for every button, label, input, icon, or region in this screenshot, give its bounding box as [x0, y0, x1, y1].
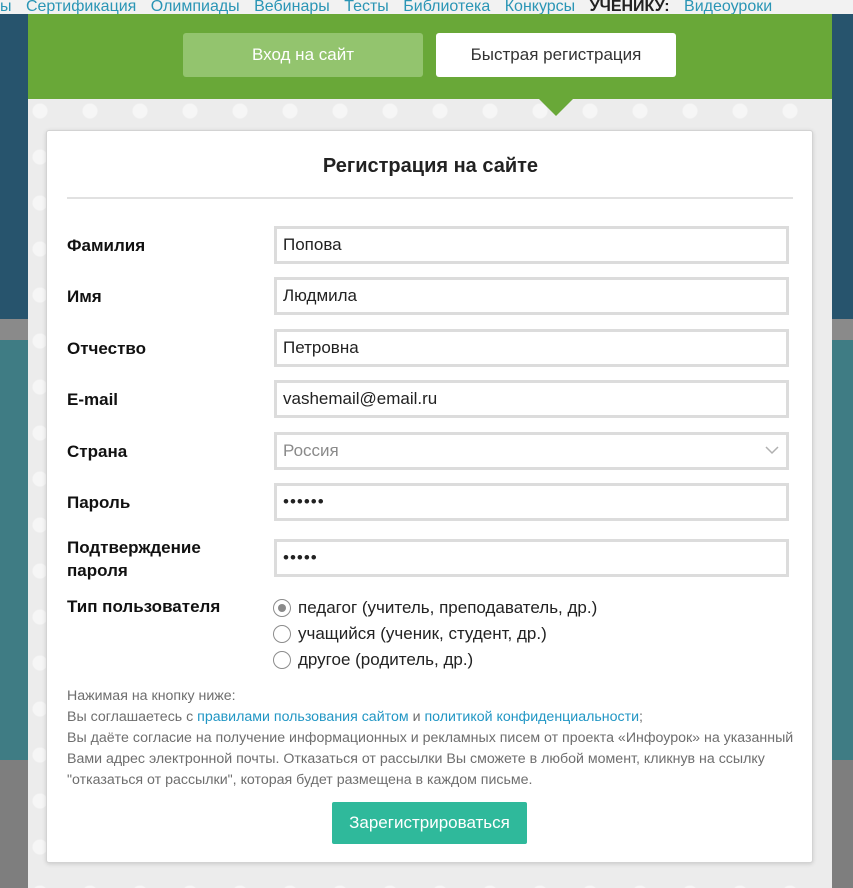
name-input[interactable]: Людмила	[274, 277, 789, 315]
radio-other-label: другое (родитель, др.)	[298, 650, 474, 669]
title-divider	[67, 197, 793, 199]
bg-nav-item: Олимпиады	[150, 0, 240, 14]
notice-agreement: Вы соглашаетесь с правилами пользования …	[67, 707, 797, 728]
radio-teacher-label: педагог (учитель, преподаватель, др.)	[298, 598, 598, 617]
radio-student-label: учащийся (ученик, студент, др.)	[298, 624, 547, 643]
country-label: Страна	[67, 442, 128, 461]
background-panel-left	[0, 340, 28, 760]
patronymic-label: Отчество	[67, 339, 147, 358]
registration-form: Регистрация на сайте Фамилия Попова Имя …	[46, 130, 813, 863]
email-input[interactable]: vashemail@email.ru	[274, 380, 789, 418]
password-label: Пароль	[67, 493, 131, 512]
bg-nav-item: Конкурсы	[504, 0, 576, 14]
notice-and: и	[412, 709, 421, 725]
background-nav: ы Сертификация Олимпиады Вебинары Тесты …	[0, 0, 853, 14]
user-type-label: Тип пользователя	[67, 597, 221, 616]
bg-nav-item: Тесты	[344, 0, 389, 14]
chevron-down-icon	[765, 446, 779, 455]
notice-consent: Вы даёте согласие на получение информаци…	[67, 730, 794, 788]
notice-intro: Нажимая на кнопку ниже:	[67, 688, 236, 704]
privacy-policy-link[interactable]: политикой конфиденциальности	[424, 709, 639, 725]
email-label: E-mail	[67, 390, 119, 409]
surname-input[interactable]: Попова	[274, 226, 789, 264]
modal-header: Вход на сайт Быстрая регистрация	[28, 14, 832, 99]
registration-modal: Вход на сайт Быстрая регистрация Регистр…	[28, 14, 832, 888]
radio-teacher[interactable]	[273, 599, 291, 617]
bg-nav-student-link: Видеоуроки	[684, 0, 773, 14]
bg-nav-item: Библиотека	[403, 0, 491, 14]
confirm-password-label: Подтверждение пароля	[67, 536, 201, 582]
country-select[interactable]: Россия	[274, 432, 789, 470]
radio-other[interactable]	[273, 651, 291, 669]
active-tab-pointer	[539, 99, 573, 116]
bg-nav-student-label: УЧЕНИКУ:	[589, 0, 670, 14]
password-input[interactable]: ••••••	[274, 483, 789, 521]
rules-link[interactable]: правилами пользования сайтом	[197, 709, 408, 725]
confirm-password-label-line2: пароля	[67, 561, 128, 580]
tab-quick-registration[interactable]: Быстрая регистрация	[436, 33, 676, 77]
notice-agree-suffix: ;	[639, 709, 643, 725]
confirm-password-label-line1: Подтверждение	[67, 538, 201, 557]
register-button[interactable]: Зарегистрироваться	[332, 802, 527, 844]
background-panel-right	[832, 340, 853, 760]
bg-nav-item: Сертификация	[25, 0, 137, 14]
bg-nav-item: ы	[0, 0, 12, 14]
radio-student[interactable]	[273, 625, 291, 643]
surname-label: Фамилия	[67, 236, 146, 255]
patronymic-input[interactable]: Петровна	[274, 329, 789, 367]
name-label: Имя	[67, 287, 102, 306]
background-banner-left	[0, 14, 28, 319]
background-banner-right	[832, 14, 853, 319]
confirm-password-input[interactable]: •••••	[274, 539, 789, 577]
country-select-value: Россия	[283, 441, 339, 460]
consent-notice: Нажимая на кнопку ниже: Вы соглашаетесь …	[67, 686, 797, 791]
form-title: Регистрация на сайте	[322, 155, 539, 177]
tab-login[interactable]: Вход на сайт	[183, 33, 423, 77]
notice-agree-prefix: Вы соглашаетесь с	[67, 709, 194, 725]
bg-nav-item: Вебинары	[254, 0, 330, 14]
